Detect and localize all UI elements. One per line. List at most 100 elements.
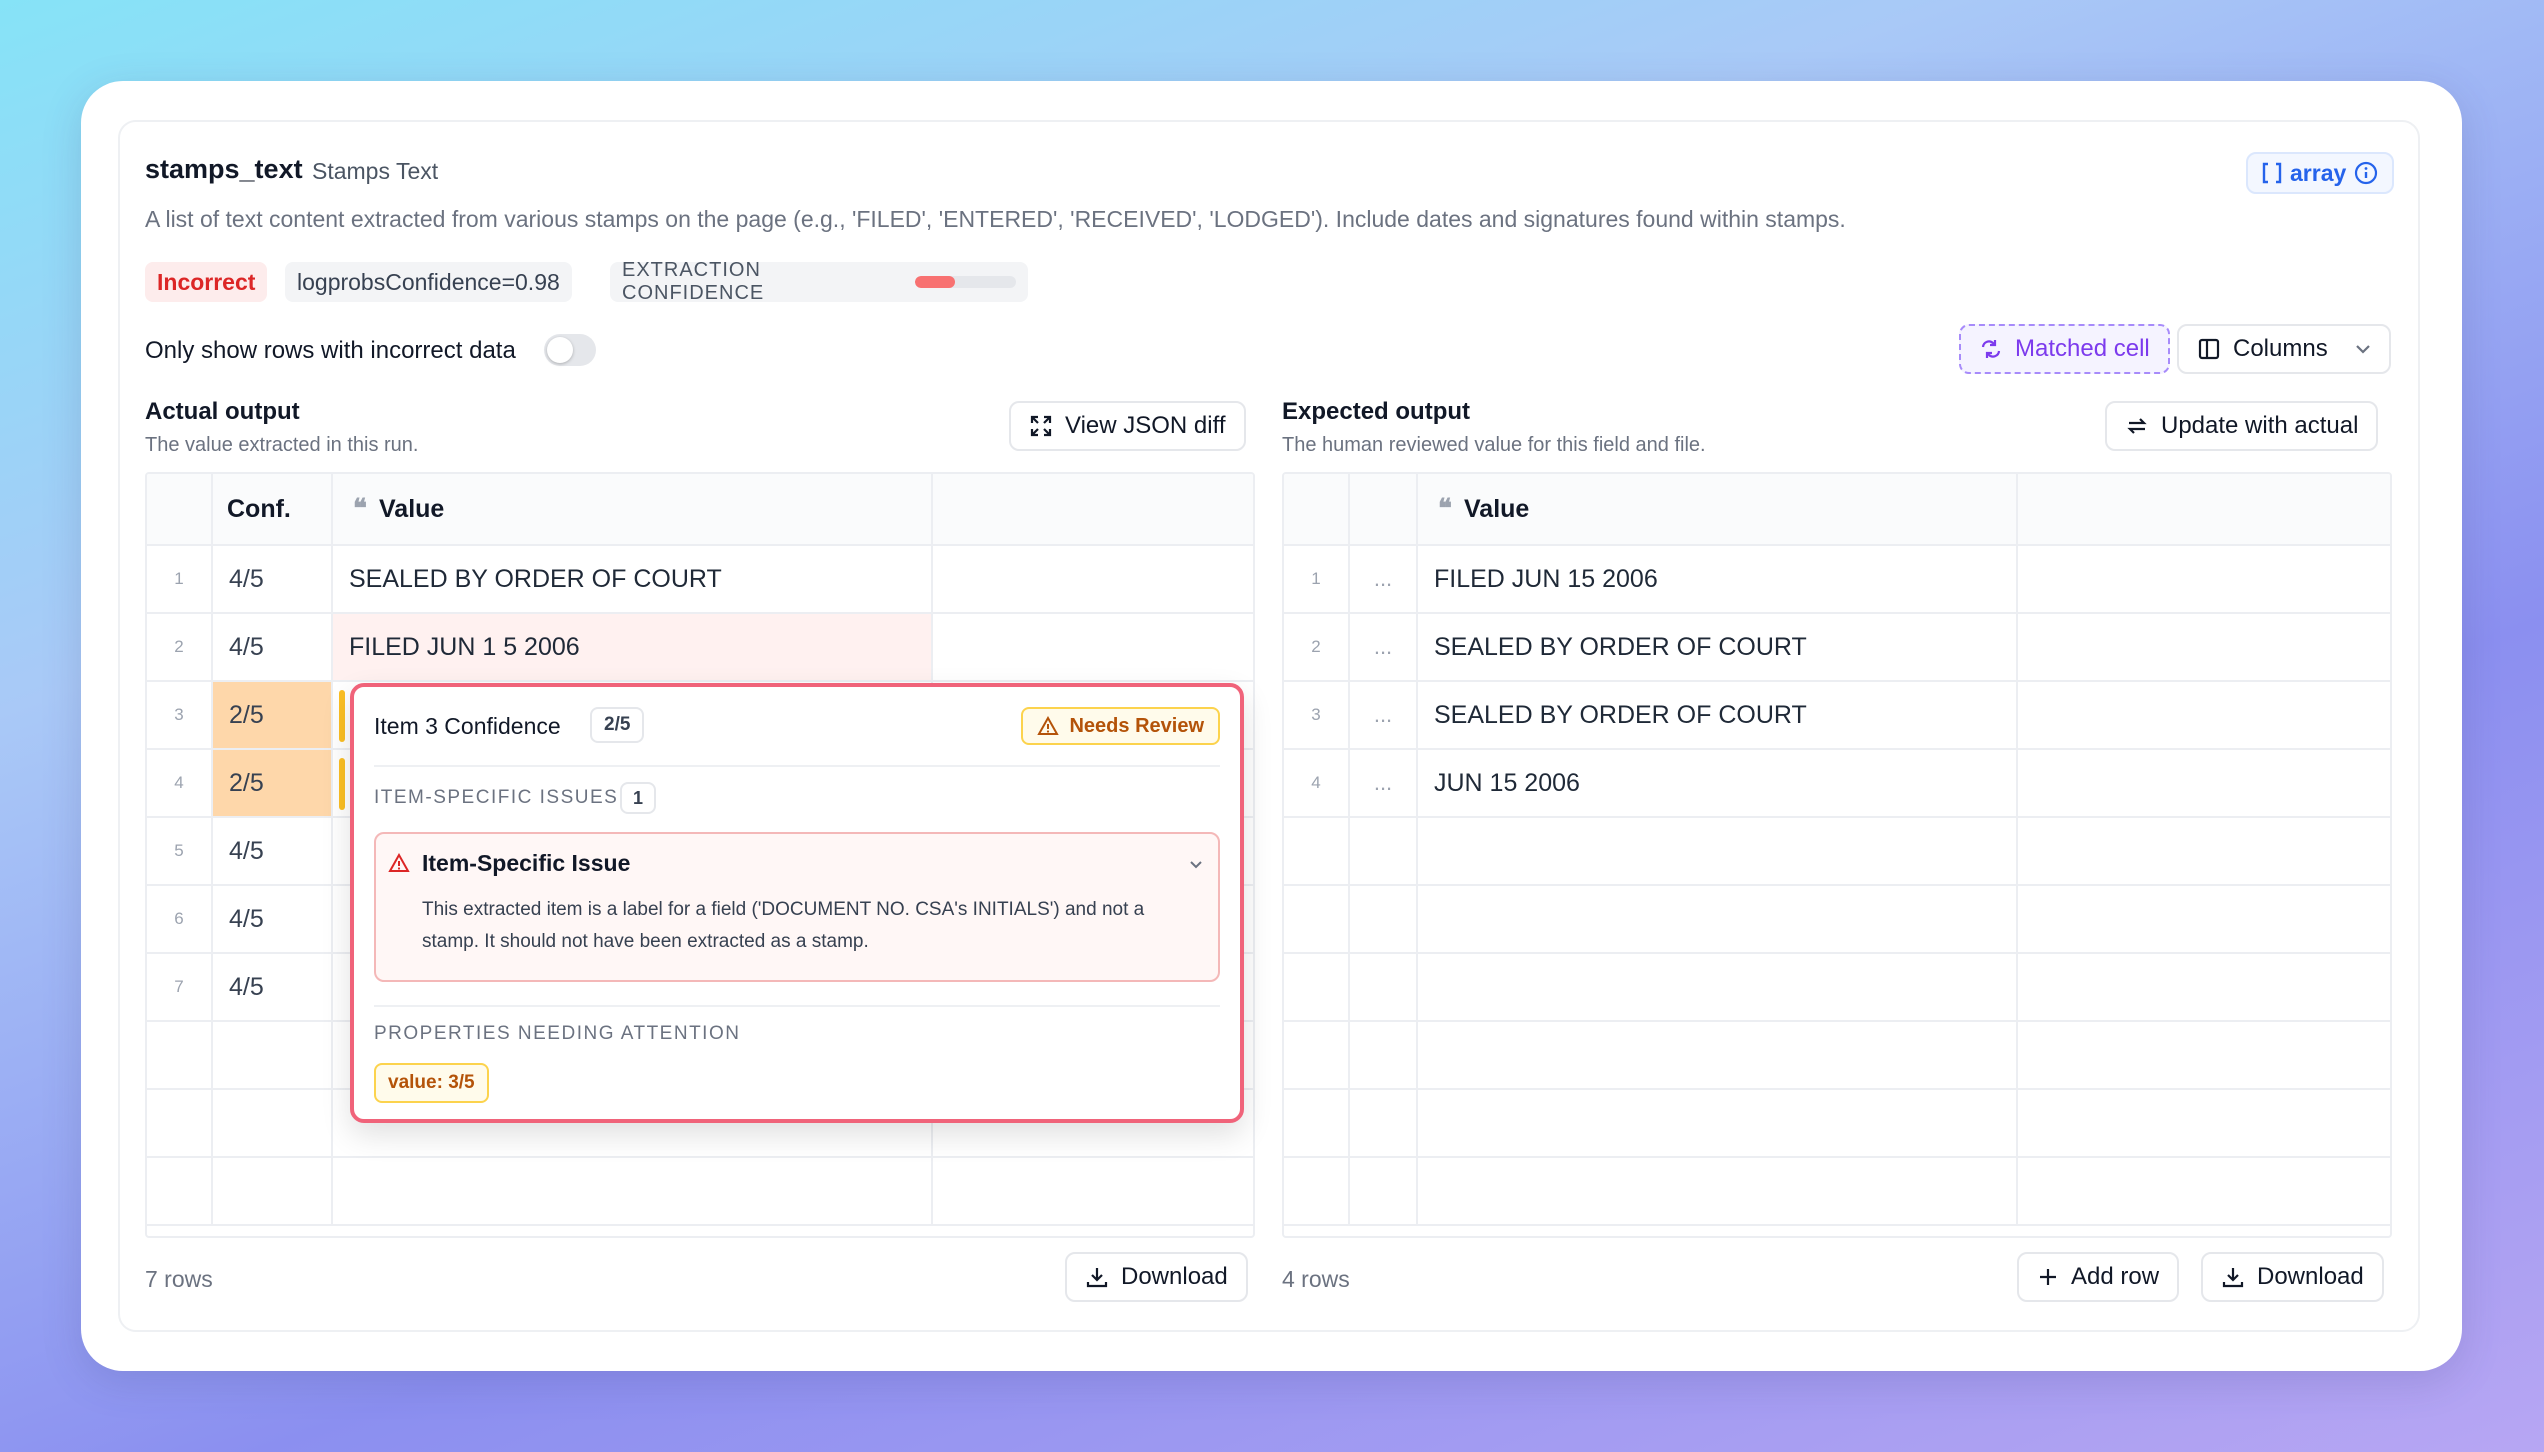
table-row [147, 1158, 1253, 1226]
update-with-actual-label: Update with actual [2161, 412, 2359, 439]
row-dots[interactable] [1350, 954, 1418, 1020]
value-header-label: Value [379, 494, 445, 523]
row-value[interactable]: FILED JUN 15 2006 [1418, 546, 2018, 612]
row-value[interactable] [1418, 886, 2018, 952]
row-index: 1 [147, 546, 213, 612]
extraction-confidence-bar [915, 276, 1016, 288]
download-actual-button[interactable]: Download [1065, 1252, 1248, 1302]
plus-icon [2037, 1266, 2059, 1288]
type-badge-label: array [2290, 159, 2347, 186]
actual-output-subtitle: The value extracted in this run. [145, 434, 419, 456]
table-header-row: Conf. ❝ Value [147, 474, 1253, 546]
expected-output-subtitle: The human reviewed value for this field … [1282, 434, 1706, 456]
property-value-badge[interactable]: value: 3/5 [374, 1063, 489, 1103]
row-value[interactable]: SEALED BY ORDER OF COURT [1418, 614, 2018, 680]
row-dots[interactable]: ... [1350, 682, 1418, 748]
extraction-confidence-label: EXTRACTION CONFIDENCE [622, 259, 765, 304]
value-header-label: Value [1464, 494, 1530, 523]
columns-button[interactable]: Columns [2177, 324, 2391, 374]
item-confidence-popover: Item 3 Confidence 2/5 Needs Review ITEM-… [350, 683, 1244, 1123]
row-value[interactable] [1418, 954, 2018, 1020]
value-column-header[interactable]: ❝ Value [333, 474, 933, 544]
row-index: 7 [147, 954, 213, 1020]
expand-icon [1029, 414, 1053, 438]
row-confidence[interactable]: 2/5 [213, 682, 333, 748]
add-row-label: Add row [2071, 1263, 2160, 1290]
download-expected-button[interactable]: Download [2201, 1252, 2384, 1302]
row-value[interactable]: SEALED BY ORDER OF COURT [1418, 682, 2018, 748]
item-issue-description: This extracted item is a label for a fie… [422, 899, 1145, 952]
row-dots[interactable] [1350, 818, 1418, 884]
item-issue-title: Item-Specific Issue [422, 850, 631, 876]
row-dots[interactable]: ... [1350, 546, 1418, 612]
download-icon [1085, 1265, 1109, 1289]
brackets-icon [2262, 162, 2282, 184]
warning-icon [1037, 715, 1060, 737]
add-row-button[interactable]: Add row [2017, 1252, 2180, 1302]
view-json-diff-button[interactable]: View JSON diff [1009, 401, 1246, 451]
row-dots[interactable] [1350, 1158, 1418, 1224]
row-dots[interactable] [1350, 1022, 1418, 1088]
low-confidence-marker [339, 690, 345, 742]
row-confidence[interactable]: 4/5 [213, 614, 333, 680]
quote-icon: ❝ [353, 494, 367, 524]
item-issue-card[interactable]: Item-Specific Issue This extracted item … [374, 832, 1220, 982]
matched-cell-button[interactable]: Matched cell [1959, 324, 2170, 374]
array-type-badge[interactable]: array [2246, 152, 2395, 194]
row-dots[interactable]: ... [1350, 750, 1418, 816]
row-index: 5 [147, 818, 213, 884]
row-dots[interactable]: ... [1350, 614, 1418, 680]
chevron-down-icon[interactable] [1188, 856, 1204, 872]
field-description: A list of text content extracted from va… [145, 206, 1846, 232]
table-header-row: ❝ Value [1284, 474, 2390, 546]
table-row [1284, 818, 2390, 886]
row-confidence[interactable]: 2/5 [213, 750, 333, 816]
row-value[interactable]: JUN 15 2006 [1418, 750, 2018, 816]
value-column-header[interactable]: ❝ Value [1418, 474, 2018, 544]
row-confidence[interactable]: 4/5 [213, 886, 333, 952]
expected-output-title: Expected output [1282, 398, 1471, 425]
table-row: 1... FILED JUN 15 2006 [1284, 546, 2390, 614]
row-dots[interactable] [1350, 1090, 1418, 1156]
link-icon [1979, 337, 2003, 361]
incorrect-filter-toggle[interactable] [544, 334, 596, 366]
row-index: 3 [1284, 682, 1350, 748]
table-row: 2 4/5 FILED JUN 1 5 2006 [147, 614, 1253, 682]
conf-column-header[interactable]: Conf. [213, 474, 333, 544]
row-dots[interactable] [1350, 886, 1418, 952]
actual-output-title: Actual output [145, 398, 300, 425]
info-icon[interactable] [2354, 161, 2378, 185]
row-confidence[interactable]: 4/5 [213, 546, 333, 612]
row-value[interactable] [1418, 1022, 2018, 1088]
chevron-down-icon [2354, 340, 2372, 358]
row-confidence[interactable] [213, 1090, 333, 1156]
row-index [1284, 818, 1350, 884]
table-row [1284, 1090, 2390, 1158]
expected-output-table: ❝ Value 1... FILED JUN 15 2006 2... SEALED … [1282, 472, 2392, 1238]
row-confidence[interactable]: 4/5 [213, 954, 333, 1020]
divider [374, 1005, 1220, 1007]
table-row [1284, 1022, 2390, 1090]
table-row: 3... SEALED BY ORDER OF COURT [1284, 682, 2390, 750]
row-confidence[interactable]: 4/5 [213, 818, 333, 884]
row-value[interactable] [1418, 1158, 2018, 1224]
row-confidence[interactable] [213, 1158, 333, 1224]
extraction-confidence-fill [915, 276, 956, 288]
row-value[interactable]: SEALED BY ORDER OF COURT [333, 546, 933, 612]
row-confidence[interactable] [213, 1022, 333, 1088]
row-value[interactable] [1418, 818, 2018, 884]
table-row [1284, 954, 2390, 1022]
table-row [1284, 886, 2390, 954]
row-index [147, 1090, 213, 1156]
swap-icon [2125, 414, 2149, 438]
actual-row-count: 7 rows [145, 1266, 213, 1292]
row-value[interactable] [333, 1158, 933, 1224]
row-value[interactable] [1418, 1090, 2018, 1156]
row-index: 2 [1284, 614, 1350, 680]
properties-caption: PROPERTIES NEEDING ATTENTION [374, 1023, 741, 1044]
extraction-confidence-badge: EXTRACTION CONFIDENCE [610, 259, 1028, 304]
download-icon [2221, 1265, 2245, 1289]
row-value[interactable]: FILED JUN 1 5 2006 [333, 614, 933, 680]
update-with-actual-button[interactable]: Update with actual [2105, 401, 2379, 451]
row-index: 4 [1284, 750, 1350, 816]
